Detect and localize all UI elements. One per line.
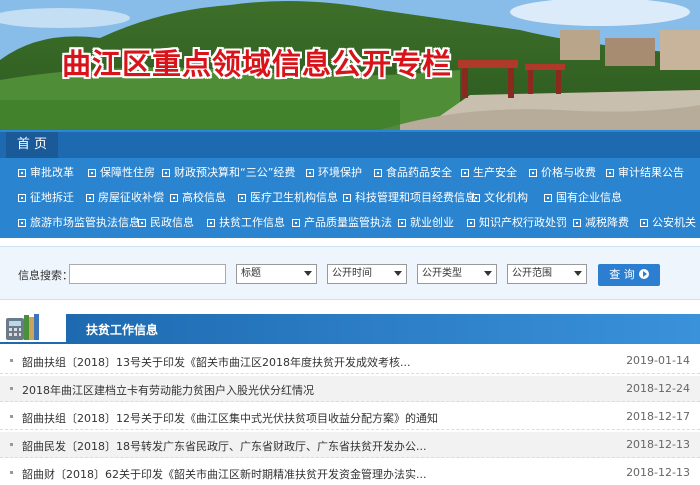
category-link[interactable]: 高校信息 bbox=[170, 185, 226, 211]
bullet-icon bbox=[472, 194, 480, 202]
category-link[interactable]: 就业创业 bbox=[398, 210, 454, 236]
banner: 曲江区重点领域信息公开专栏 bbox=[0, 0, 700, 130]
bullet-icon bbox=[544, 194, 552, 202]
bullet-icon bbox=[162, 169, 170, 177]
bullet-icon bbox=[10, 415, 13, 418]
page-title: 曲江区重点领域信息公开专栏 bbox=[62, 47, 453, 81]
bullet-icon bbox=[640, 219, 648, 227]
search-input[interactable] bbox=[69, 264, 226, 284]
category-nav: 审批改革 保障性住房 财政预决算和“三公”经费 环境保护 食品药品安全 生产安全… bbox=[0, 158, 700, 238]
news-title-link[interactable]: 韶曲财〔2018〕62关于印发《韶关市曲江区新时期精准扶贫开发资金管理办法实..… bbox=[22, 466, 426, 482]
chevron-down-icon bbox=[304, 271, 312, 276]
bullet-icon bbox=[467, 219, 475, 227]
category-link[interactable]: 旅游市场监管执法信息 bbox=[18, 210, 140, 236]
title-select[interactable]: 标题 bbox=[236, 264, 317, 284]
bullet-icon bbox=[529, 169, 537, 177]
bullet-icon bbox=[398, 219, 406, 227]
list-item[interactable]: 韶曲民发〔2018〕18号转发广东省民政厅、广东省财政厅、广东省扶贫开发办公..… bbox=[0, 432, 700, 458]
bullet-icon bbox=[88, 169, 96, 177]
category-link[interactable]: 产品质量监管执法 bbox=[292, 210, 392, 236]
section-header: 扶贫工作信息 bbox=[0, 312, 700, 344]
category-link[interactable]: 生产安全 bbox=[461, 160, 517, 186]
section-title: 扶贫工作信息 bbox=[86, 323, 159, 337]
bullet-icon bbox=[18, 169, 26, 177]
publish-type-select[interactable]: 公开类型 bbox=[417, 264, 497, 284]
news-date: 2018-12-13 bbox=[626, 438, 690, 451]
bullet-icon bbox=[18, 219, 26, 227]
bullet-icon bbox=[343, 194, 351, 202]
category-link[interactable]: 房屋征收补偿 bbox=[86, 185, 164, 211]
chevron-down-icon bbox=[484, 271, 492, 276]
category-link[interactable]: 减税降费 bbox=[573, 210, 629, 236]
news-title-link[interactable]: 2018年曲江区建档立卡有劳动能力贫困户入股光伏分红情况 bbox=[22, 382, 314, 398]
home-link[interactable]: 首 页 bbox=[6, 132, 58, 158]
category-link[interactable]: 审计结果公告 bbox=[606, 160, 684, 186]
bullet-icon bbox=[138, 219, 146, 227]
list-item[interactable]: 韶曲财〔2018〕62关于印发《韶关市曲江区新时期精准扶贫开发资金管理办法实..… bbox=[0, 460, 700, 485]
bullet-icon bbox=[573, 219, 581, 227]
news-title-link[interactable]: 韶曲民发〔2018〕18号转发广东省民政厅、广东省财政厅、广东省扶贫开发办公..… bbox=[22, 438, 426, 454]
bullet-icon bbox=[461, 169, 469, 177]
category-link[interactable]: 国有企业信息 bbox=[544, 185, 622, 211]
bullet-icon bbox=[207, 219, 215, 227]
bullet-icon bbox=[10, 471, 13, 474]
news-date: 2019-01-14 bbox=[626, 354, 690, 367]
category-link[interactable]: 文化机构 bbox=[472, 185, 528, 211]
chevron-down-icon bbox=[394, 271, 402, 276]
category-link[interactable]: 知识产权行政处罚 bbox=[467, 210, 567, 236]
publish-time-select[interactable]: 公开时间 bbox=[327, 264, 407, 284]
category-link[interactable]: 环境保护 bbox=[306, 160, 362, 186]
category-link[interactable]: 审批改革 bbox=[18, 160, 74, 186]
search-panel: 信息搜索： 标题 公开时间 公开类型 公开范围 bbox=[0, 246, 700, 300]
category-link[interactable]: 公安机关 bbox=[640, 210, 696, 236]
category-link[interactable]: 价格与收费 bbox=[529, 160, 596, 186]
category-link[interactable]: 医疗卫生机构信息 bbox=[238, 185, 338, 211]
top-nav-bar: 首 页 bbox=[0, 130, 700, 158]
category-link[interactable]: 财政预决算和“三公”经费 bbox=[162, 160, 295, 186]
bullet-icon bbox=[10, 359, 13, 362]
bullet-icon bbox=[306, 169, 314, 177]
bullet-icon bbox=[10, 443, 13, 446]
category-link[interactable]: 民政信息 bbox=[138, 210, 194, 236]
publish-scope-select[interactable]: 公开范围 bbox=[507, 264, 587, 284]
bullet-icon bbox=[374, 169, 382, 177]
bullet-icon bbox=[18, 194, 26, 202]
bullet-icon bbox=[606, 169, 614, 177]
news-title-link[interactable]: 韶曲扶组〔2018〕13号关于印发《韶关市曲江区2018年度扶贫开发成效考核..… bbox=[22, 354, 410, 370]
news-date: 2018-12-17 bbox=[626, 410, 690, 423]
bullet-icon bbox=[292, 219, 300, 227]
bullet-icon bbox=[86, 194, 94, 202]
bullet-icon bbox=[170, 194, 178, 202]
calculator-icon bbox=[6, 314, 39, 340]
arrow-right-icon bbox=[638, 269, 649, 279]
category-link[interactable]: 扶贫工作信息 bbox=[207, 210, 285, 236]
list-item[interactable]: 2018年曲江区建档立卡有劳动能力贫困户入股光伏分红情况 2018-12-24 bbox=[0, 376, 700, 402]
category-link[interactable]: 科技管理和项目经费信息 bbox=[343, 185, 476, 211]
category-link[interactable]: 保障性住房 bbox=[88, 160, 155, 186]
chevron-down-icon bbox=[574, 271, 582, 276]
bullet-icon bbox=[10, 387, 13, 390]
query-button[interactable]: 查 询 bbox=[598, 264, 660, 286]
search-label: 信息搜索： bbox=[18, 269, 73, 282]
bullet-icon bbox=[238, 194, 246, 202]
news-date: 2018-12-13 bbox=[626, 466, 690, 479]
section-tab bbox=[66, 314, 700, 344]
news-title-link[interactable]: 韶曲扶组〔2018〕12号关于印发《曲江区集中式光伏扶贫项目收益分配方案》的通知 bbox=[22, 410, 438, 426]
category-link[interactable]: 征地拆迁 bbox=[18, 185, 74, 211]
category-link[interactable]: 食品药品安全 bbox=[374, 160, 452, 186]
list-item[interactable]: 韶曲扶组〔2018〕13号关于印发《韶关市曲江区2018年度扶贫开发成效考核..… bbox=[0, 348, 700, 374]
news-date: 2018-12-24 bbox=[626, 382, 690, 395]
list-item[interactable]: 韶曲扶组〔2018〕12号关于印发《曲江区集中式光伏扶贫项目收益分配方案》的通知… bbox=[0, 404, 700, 430]
